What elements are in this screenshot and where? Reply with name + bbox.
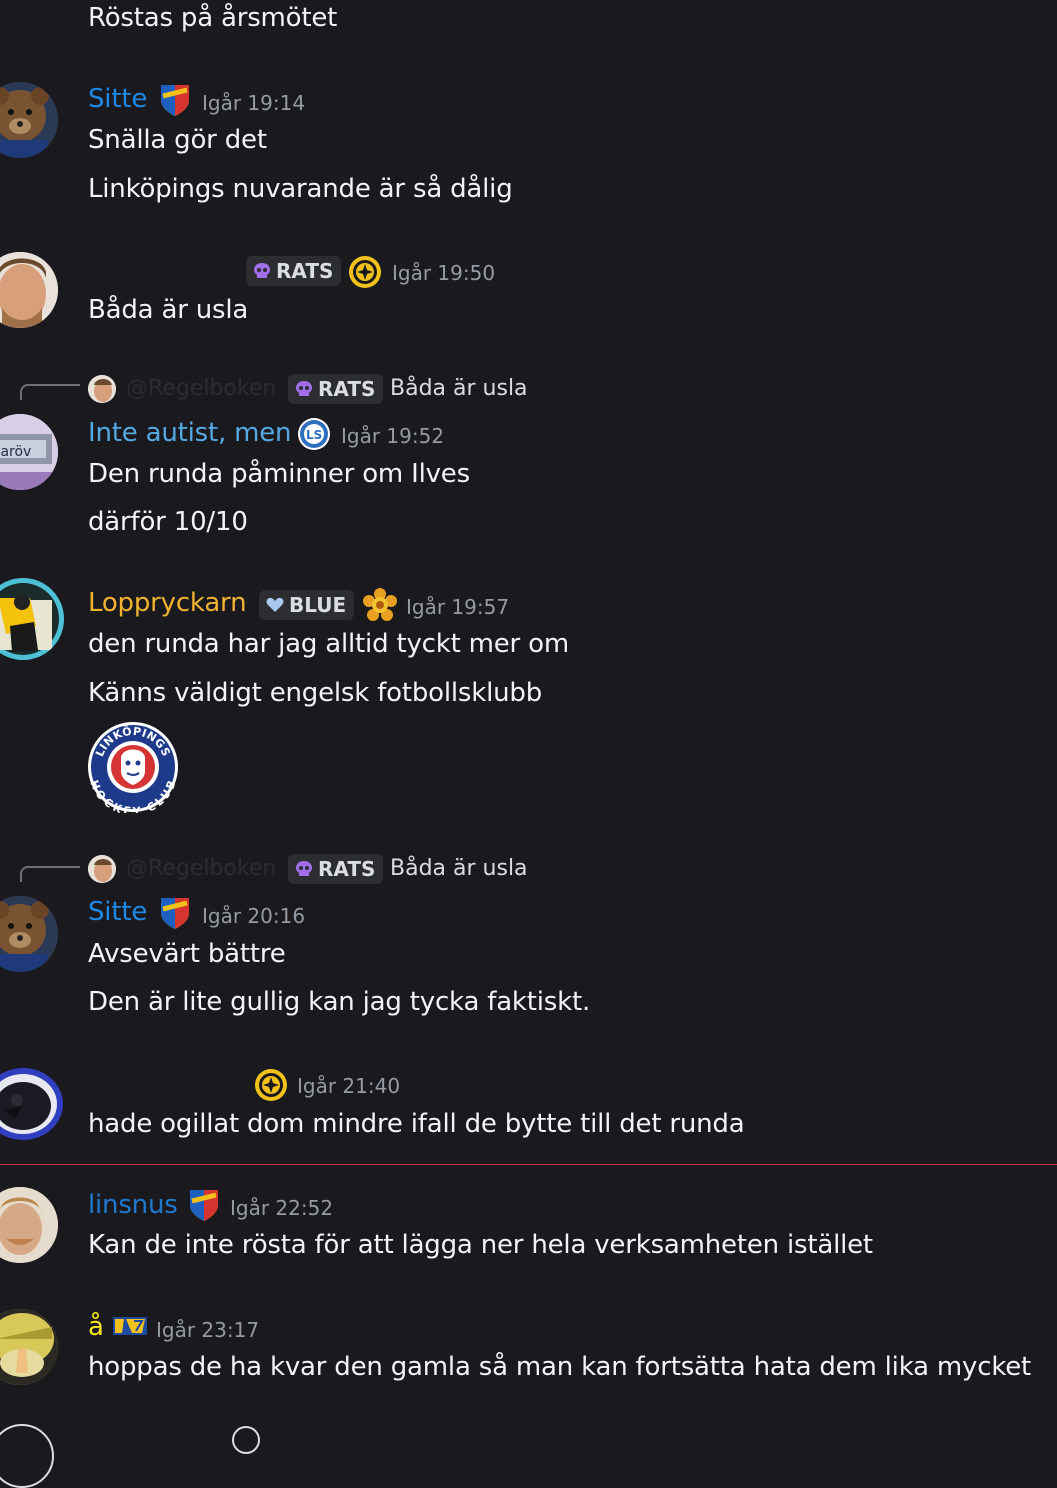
reply-avatar[interactable] bbox=[88, 855, 116, 883]
new-messages-divider bbox=[0, 1164, 1057, 1165]
person-photo-avatar-icon bbox=[0, 1187, 58, 1263]
username-sitte[interactable]: Sitte bbox=[88, 897, 147, 927]
bird-goggles-avatar-icon bbox=[0, 1068, 63, 1140]
username-regelboken[interactable]: Regelboken bbox=[88, 254, 238, 284]
djurgarden-shield-icon bbox=[161, 85, 189, 116]
message-text: Den är lite gullig kan jag tycka faktisk… bbox=[88, 987, 591, 1017]
timestamp: Igår 23:17 bbox=[156, 1318, 260, 1342]
hockey-player-avatar-icon bbox=[0, 578, 64, 660]
skull-icon bbox=[296, 861, 312, 876]
avatar-loppryckarn[interactable] bbox=[0, 578, 64, 660]
message-text: Kan de inte rösta för att lägga ner hela… bbox=[88, 1230, 873, 1260]
teddy-bear-avatar-icon bbox=[0, 82, 58, 158]
timestamp: Igår 19:57 bbox=[406, 595, 510, 619]
timestamp: Igår 22:52 bbox=[230, 1196, 334, 1220]
timestamp: Igår 20:16 bbox=[202, 904, 306, 928]
username-linsnus[interactable]: linsnus bbox=[88, 1190, 178, 1220]
message-text: Den runda påminner om Ilves bbox=[88, 459, 470, 489]
tag-label: RATS bbox=[318, 857, 376, 881]
username-a[interactable]: å bbox=[88, 1312, 104, 1342]
avatar-linsnus[interactable] bbox=[0, 1187, 58, 1263]
person-photo-avatar-icon bbox=[0, 252, 58, 328]
role-tag-rats[interactable]: RATS bbox=[288, 854, 384, 884]
timestamp: Igår 19:50 bbox=[392, 261, 496, 285]
message-text: Avsevärt bättre bbox=[88, 939, 286, 969]
brynas-crest-icon bbox=[349, 256, 381, 288]
svg-text:alaröv: alaröv bbox=[0, 444, 31, 460]
avatar-a[interactable] bbox=[0, 1309, 58, 1385]
username-loppryckarn[interactable]: Loppryckarn bbox=[88, 588, 247, 618]
message-text: Röstas på årsmötet bbox=[88, 3, 338, 33]
djurgarden-shield-icon bbox=[190, 1190, 218, 1221]
username-39003[interactable]: 39003/4145 bbox=[88, 1069, 244, 1099]
djurgarden-shield-icon bbox=[161, 898, 189, 929]
message-text: därför 10/10 bbox=[88, 507, 248, 537]
avatar-sitte[interactable] bbox=[0, 82, 58, 158]
avatar-partial[interactable] bbox=[0, 1424, 54, 1488]
message-text: hade ogillat dom mindre ifall de bytte t… bbox=[88, 1109, 745, 1139]
teddy-bear-avatar-icon bbox=[0, 896, 58, 972]
reply-mention[interactable]: @Regelboken bbox=[126, 856, 276, 881]
tag-label: RATS bbox=[318, 377, 376, 401]
svg-text:LS: LS bbox=[306, 428, 322, 442]
timestamp: Igår 19:52 bbox=[341, 424, 445, 448]
message-text: Känns väldigt engelsk fotbollsklubb bbox=[88, 678, 543, 708]
leksand-crest-icon: LS bbox=[298, 418, 330, 450]
avatar-39003[interactable] bbox=[0, 1066, 64, 1142]
username-inte-autist[interactable]: Inte autist, men bbox=[88, 418, 292, 448]
flower-badge-icon bbox=[363, 588, 397, 621]
avatar-inte-autist[interactable]: alaröv bbox=[0, 414, 58, 490]
username-sitte[interactable]: Sitte bbox=[88, 84, 147, 114]
reply-connector bbox=[20, 384, 80, 400]
timestamp: Igår 19:14 bbox=[202, 91, 306, 115]
message-text: Linköpings nuvarande är så dålig bbox=[88, 174, 513, 204]
tag-label: BLUE bbox=[289, 593, 347, 617]
tag-label: RATS bbox=[276, 259, 334, 283]
reply-preview-text[interactable]: Båda är usla bbox=[390, 856, 528, 881]
sign-photo-avatar-icon: alaröv bbox=[0, 414, 58, 490]
badge-partial-icon bbox=[232, 1426, 260, 1454]
reply-connector bbox=[20, 866, 80, 882]
timestamp: Igår 21:40 bbox=[297, 1074, 401, 1098]
message-text: hoppas de ha kvar den gamla så man kan f… bbox=[88, 1352, 1032, 1382]
avatar-regelboken[interactable] bbox=[0, 252, 58, 328]
person-photo-avatar-icon bbox=[88, 375, 116, 403]
heart-icon bbox=[266, 597, 284, 612]
role-tag-rats[interactable]: RATS bbox=[288, 374, 384, 404]
reply-mention[interactable]: @Regelboken bbox=[126, 376, 276, 401]
person-photo-avatar-icon bbox=[88, 855, 116, 883]
message-text: Snälla gör det bbox=[88, 125, 267, 155]
frog-prayer-avatar-icon bbox=[0, 1309, 58, 1385]
role-tag-rats[interactable]: RATS bbox=[246, 256, 342, 286]
message-text: den runda har jag alltid tyckt mer om bbox=[88, 629, 569, 659]
linkopings-hockey-club-logo-image[interactable]: LINKÖPINGS HOCKEY CLUB bbox=[87, 721, 179, 813]
reply-avatar[interactable] bbox=[88, 375, 116, 403]
message-text: Båda är usla bbox=[88, 295, 249, 325]
skull-icon bbox=[254, 263, 270, 278]
reply-preview-text[interactable]: Båda är usla bbox=[390, 376, 528, 401]
brynas-crest-icon bbox=[255, 1069, 287, 1101]
hv71-badge-icon bbox=[113, 1317, 147, 1335]
avatar-sitte[interactable] bbox=[0, 896, 58, 972]
skull-icon bbox=[296, 381, 312, 396]
role-tag-blue[interactable]: BLUE bbox=[259, 590, 355, 620]
